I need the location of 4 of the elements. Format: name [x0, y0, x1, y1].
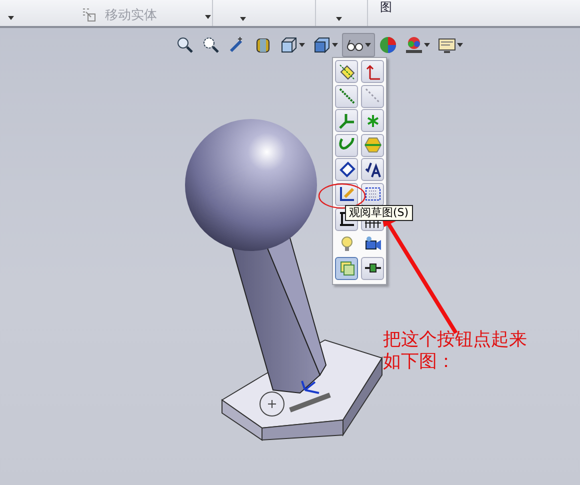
- annotation-text: 把这个按钮点起来: [383, 331, 527, 349]
- ribbon-label: 图: [380, 1, 392, 13]
- annotation-text: 如下图：: [383, 353, 455, 371]
- tooltip: 观阅草图(S): [345, 205, 413, 221]
